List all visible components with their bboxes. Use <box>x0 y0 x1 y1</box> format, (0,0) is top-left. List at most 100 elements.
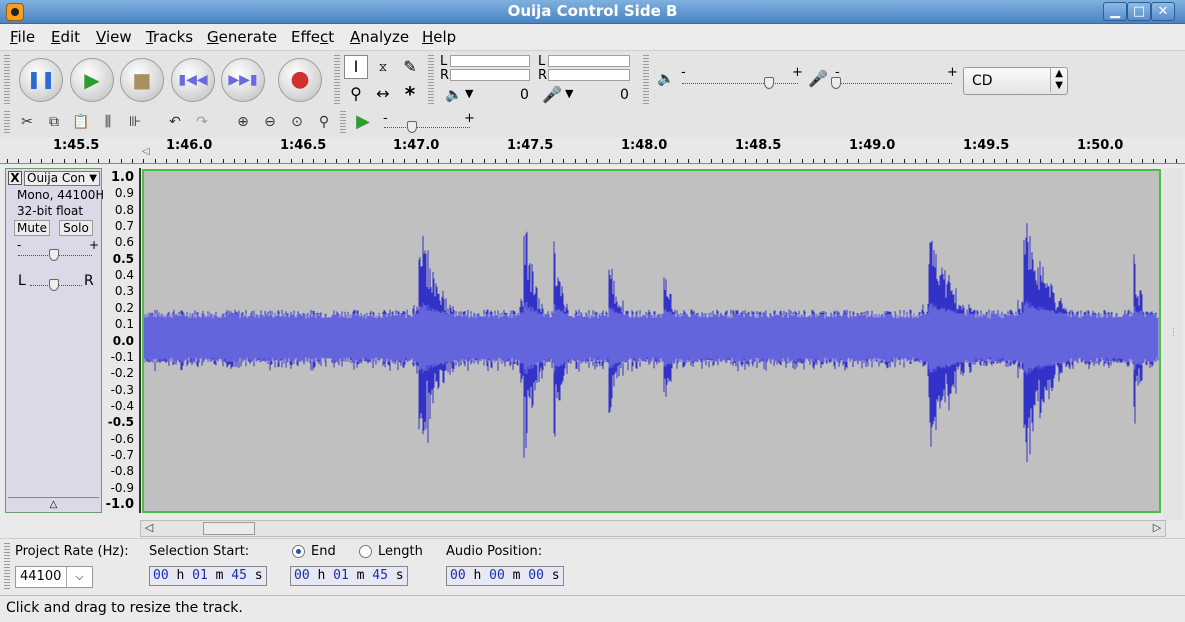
toolbar-grip[interactable] <box>643 55 649 105</box>
menu-effect[interactable]: Effect <box>291 28 334 46</box>
redo-button[interactable]: ↷ <box>190 111 214 133</box>
amplitude-ruler[interactable]: 1.0 0.9 0.8 0.7 0.6 0.5 0.4 0.3 0.2 0.1 0.0 -0.1 -0.… <box>103 168 141 513</box>
zoom-out-icon: ⊖ <box>264 114 276 130</box>
pause-button[interactable]: ❚❚ <box>19 58 63 102</box>
menu-generate[interactable]: Generate <box>207 28 277 46</box>
track-control-panel[interactable]: X Ouija Con ▼ Mono, 44100Hz 32-bit float … <box>5 168 111 513</box>
pan-thumb[interactable] <box>49 279 59 291</box>
ruler-tick <box>722 159 724 163</box>
input-volume-slider[interactable] <box>836 83 952 84</box>
play-speed-slider[interactable] <box>384 127 470 128</box>
menu-tracks[interactable]: Tracks <box>146 28 193 46</box>
skip-start-button[interactable]: ▮◀◀ <box>171 58 215 102</box>
pause-icon: ❚❚ <box>26 70 56 90</box>
ruler-tick <box>688 159 689 163</box>
timeshift-tool[interactable]: ↔ <box>371 82 395 106</box>
horizontal-scroll-thumb[interactable] <box>203 522 255 535</box>
selection-start-time[interactable]: 00 h 01 m 45 s <box>149 566 267 586</box>
zoom-tool[interactable]: ⚲ <box>344 82 368 106</box>
ruler-tick <box>994 159 996 163</box>
status-text: Click and drag to resize the track. <box>6 600 243 616</box>
zoom-out-button[interactable]: ⊖ <box>258 111 282 133</box>
close-window-button[interactable]: ✕ <box>1151 2 1175 21</box>
stop-button[interactable]: ■ <box>120 58 164 102</box>
audio-position-time[interactable]: 00 h 00 m 00 s <box>446 566 564 586</box>
trim-button[interactable]: ⫼ <box>96 111 120 133</box>
skip-end-button[interactable]: ▶▶▮ <box>221 58 265 102</box>
play-meter-menu-arrow[interactable]: ▼ <box>465 87 473 100</box>
menu-view[interactable]: View <box>96 28 132 46</box>
mute-button[interactable]: Mute <box>14 220 50 236</box>
rec-meter-left[interactable] <box>548 55 630 67</box>
menu-file[interactable]: File <box>10 28 35 46</box>
paste-button[interactable]: 📋 <box>69 111 93 133</box>
output-volume-slider[interactable] <box>682 83 798 84</box>
scroll-right-arrow[interactable]: ▷ <box>1149 521 1165 536</box>
output-volume-thumb[interactable] <box>764 77 774 89</box>
ruler-tick <box>392 159 394 163</box>
ruler-tick <box>370 159 372 163</box>
menu-analyze[interactable]: Analyze <box>350 28 409 46</box>
ruler-tick <box>529 159 531 163</box>
maximize-button[interactable]: □ <box>1127 2 1151 21</box>
play-meter-right[interactable] <box>450 69 530 81</box>
ruler-tick <box>949 159 951 163</box>
waveform-display[interactable] <box>142 169 1161 513</box>
collapse-track-button[interactable]: △ <box>8 497 99 511</box>
gain-thumb[interactable] <box>49 249 59 261</box>
play-speed-thumb[interactable] <box>407 121 417 133</box>
ruler-tick <box>858 159 860 163</box>
amplitude-label: -0.6 <box>110 431 134 446</box>
track-name-menu-button[interactable]: Ouija Con ▼ <box>24 171 100 186</box>
amplitude-label: 0.3 <box>114 284 134 299</box>
copy-button[interactable]: ⧉ <box>42 111 66 133</box>
record-button[interactable]: ● <box>278 58 322 102</box>
multi-tool[interactable]: * <box>398 82 422 106</box>
project-rate-label: Project Rate (Hz): <box>15 544 129 559</box>
menu-help[interactable]: Help <box>422 28 456 46</box>
zoom-in-button[interactable]: ⊕ <box>231 111 255 133</box>
end-radio[interactable] <box>292 545 305 558</box>
rec-meter-right[interactable] <box>548 69 630 81</box>
ruler-tick <box>97 159 99 163</box>
toolbar-grip[interactable] <box>334 55 340 105</box>
timeline-ruler[interactable]: 1:45.5 1:46.0 1:46.5 1:47.0 1:47.5 1:48.… <box>0 138 1185 164</box>
draw-tool[interactable]: ✎ <box>398 55 422 79</box>
selection-tool[interactable]: I <box>344 55 368 79</box>
ruler-tick <box>937 159 939 163</box>
solo-button[interactable]: Solo <box>59 220 93 236</box>
pan-right-label: R <box>84 273 94 289</box>
project-rate-select[interactable]: 44100 ⌵ <box>15 566 93 588</box>
toolbar-grip[interactable] <box>4 543 10 591</box>
input-source-select[interactable]: CD ▲ ▼ <box>963 67 1068 95</box>
toolbar-grip[interactable] <box>428 55 434 105</box>
fit-selection-button[interactable]: ⊙ <box>285 111 309 133</box>
vertical-scrollbar[interactable]: ⋮ <box>1163 168 1183 520</box>
menu-edit[interactable]: Edit <box>51 28 80 46</box>
ruler-tick <box>472 159 474 163</box>
play-meter-left[interactable] <box>450 55 530 67</box>
toolbar-grip[interactable] <box>4 111 10 135</box>
ruler-tick <box>324 159 326 163</box>
play-at-speed-button[interactable]: ▶ <box>351 111 375 133</box>
minimize-button[interactable]: ▁ <box>1103 2 1127 21</box>
skip-start-icon: ▮◀◀ <box>178 72 208 88</box>
selection-end-time[interactable]: 00 h 01 m 45 s <box>290 566 408 586</box>
horizontal-scrollbar[interactable]: ◁ ▷ <box>140 520 1166 537</box>
silence-button[interactable]: ⊪ <box>123 111 147 133</box>
input-volume-thumb[interactable] <box>831 77 841 89</box>
toolbar-grip[interactable] <box>4 55 10 105</box>
toolbar-grip[interactable] <box>340 111 346 135</box>
ruler-tick <box>710 159 712 163</box>
amplitude-label: -0.4 <box>110 398 134 413</box>
rec-meter-menu-arrow[interactable]: ▼ <box>565 87 573 100</box>
envelope-tool[interactable]: ⧖ <box>371 55 395 79</box>
play-button[interactable]: ▶ <box>70 58 114 102</box>
track-close-button[interactable]: X <box>8 171 22 185</box>
fit-project-button[interactable]: ⚲ <box>312 111 336 133</box>
ruler-tick <box>177 159 179 163</box>
undo-button[interactable]: ↶ <box>163 111 187 133</box>
cut-button[interactable]: ✂ <box>15 111 39 133</box>
length-radio[interactable] <box>359 545 372 558</box>
scroll-left-arrow[interactable]: ◁ <box>141 521 157 536</box>
